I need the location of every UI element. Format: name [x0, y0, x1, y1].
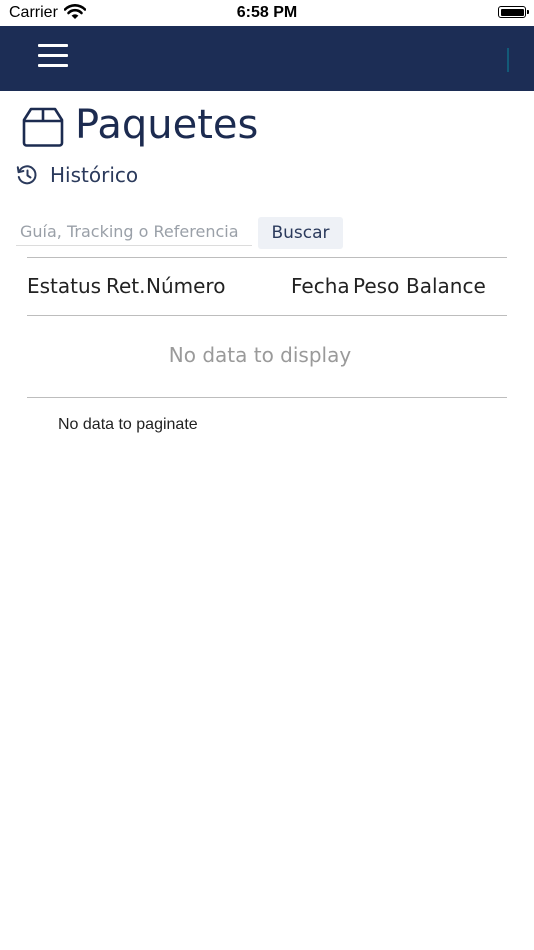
menu-line — [38, 64, 68, 67]
column-header-balance[interactable]: Balance — [406, 274, 486, 298]
table-bottom-border — [27, 397, 507, 398]
column-header-fecha[interactable]: Fecha — [291, 274, 350, 298]
package-box-icon — [22, 107, 64, 151]
hamburger-menu-icon[interactable] — [36, 42, 72, 72]
menu-line — [38, 44, 68, 47]
top-navbar — [0, 26, 534, 91]
status-bar: Carrier 6:58 PM — [0, 0, 534, 26]
header-separator — [27, 315, 507, 316]
battery-fill — [500, 8, 524, 16]
battery-icon — [498, 6, 529, 18]
search-button[interactable]: Buscar — [258, 217, 343, 249]
history-label: Histórico — [50, 163, 139, 187]
menu-line — [38, 54, 68, 57]
empty-table-message: No data to display — [168, 343, 352, 367]
column-header-numero[interactable]: Número — [146, 274, 225, 298]
history-clock-icon — [16, 164, 38, 190]
table-header: Estatus Ret. Número Fecha Peso Balance — [27, 258, 507, 315]
column-header-ret[interactable]: Ret. — [106, 274, 146, 298]
status-time: 6:58 PM — [236, 4, 298, 21]
navbar-divider — [507, 48, 509, 72]
search-input[interactable] — [16, 218, 252, 246]
column-header-estatus[interactable]: Estatus — [27, 274, 101, 298]
page-title: Paquetes — [75, 102, 259, 148]
pagination-message: No data to paginate — [58, 416, 198, 433]
column-header-peso[interactable]: Peso — [353, 274, 399, 298]
